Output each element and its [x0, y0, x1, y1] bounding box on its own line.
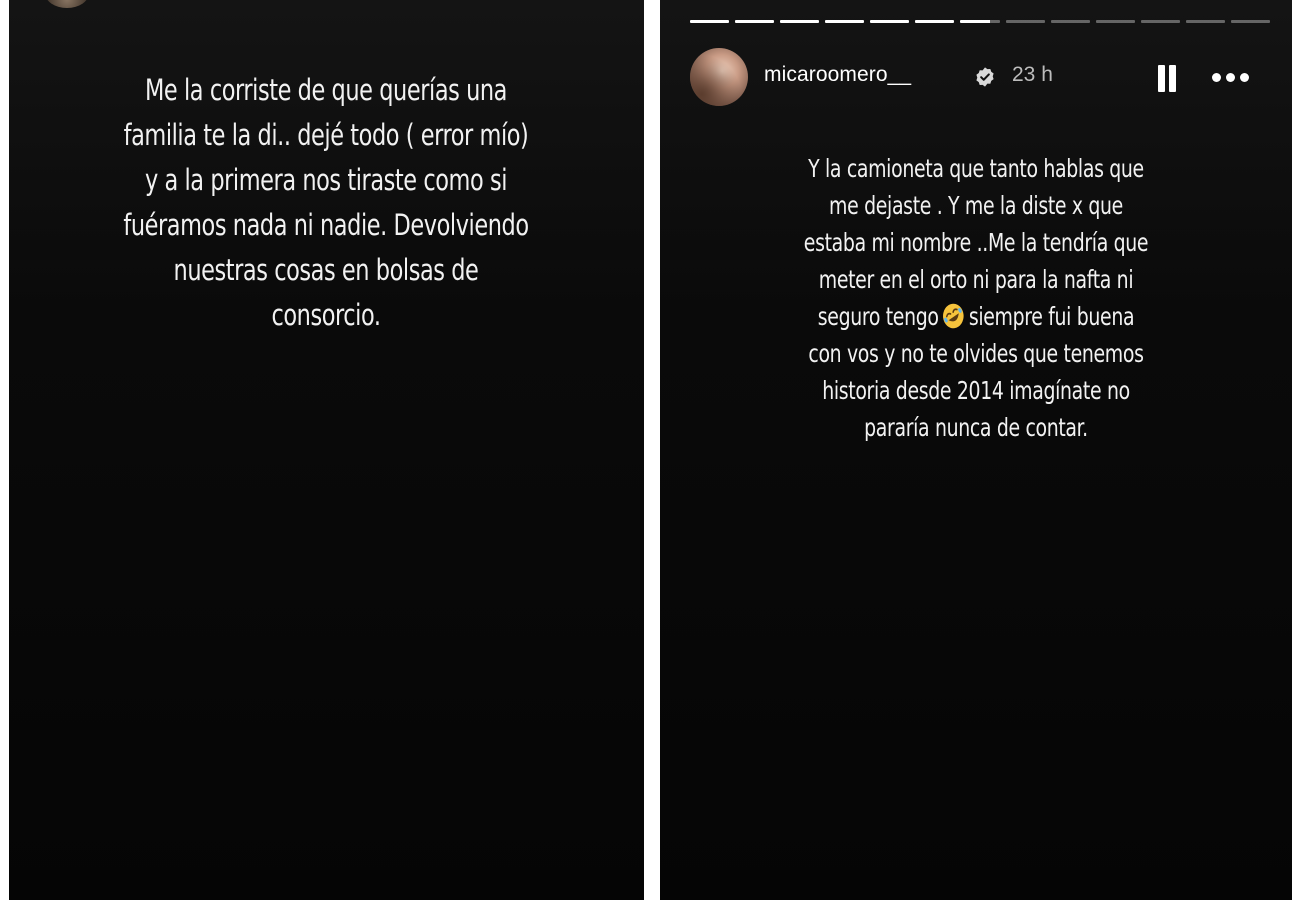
progress-segment [1005, 20, 1045, 23]
avatar [45, 0, 89, 8]
pause-icon[interactable] [1156, 65, 1178, 93]
rolling-on-floor-laughing-emoji [943, 303, 965, 329]
stories-comparison: Me la corriste de que querías una famili… [0, 0, 1300, 900]
panel-divider [644, 0, 660, 900]
progress-segment [960, 20, 1000, 23]
right-story-panel[interactable]: micaroomero__ 23 h Y la camioneta que ta… [660, 0, 1292, 900]
story-progress-bar [690, 20, 1271, 24]
progress-segment [735, 20, 775, 23]
post-timestamp: 23 h [1012, 63, 1053, 86]
more-options-icon[interactable] [1212, 73, 1252, 83]
story-line: Y la camioneta que tanto hablas que [808, 154, 1144, 183]
progress-segment [1185, 20, 1225, 23]
progress-segment [1140, 20, 1180, 23]
story-line-part: seguro tengo [817, 302, 939, 331]
left-story-text: Me la corriste de que querías una famili… [68, 68, 584, 338]
right-story-text: Y la camioneta que tanto hablas que me d… [711, 150, 1242, 446]
progress-segment [1095, 20, 1135, 23]
progress-segment [1050, 20, 1090, 23]
story-line: fuéramos nada ni nadie. Devolviendo [123, 208, 529, 242]
story-line-with-emoji: seguro tengo siempre fui buena [711, 298, 1242, 335]
story-line: pararía nunca de contar. [864, 413, 1088, 442]
verified-badge-icon [976, 67, 994, 87]
profile-avatar[interactable] [690, 48, 748, 106]
story-line: nuestras cosas en bolsas de [173, 253, 479, 287]
left-story-panel[interactable]: Me la corriste de que querías una famili… [9, 0, 644, 900]
story-line: historia desde 2014 imagínate no [822, 376, 1130, 405]
story-line: estaba mi nombre ..Me la tendría que [803, 228, 1149, 257]
username[interactable]: micaroomero__ [764, 63, 911, 87]
story-line: me dejaste . Y me la diste x que [829, 191, 1123, 220]
story-line: y a la primera nos tiraste como si [144, 163, 508, 197]
story-line-part: siempre fui buena [968, 302, 1135, 331]
story-line: Me la corriste de que querías una [144, 73, 508, 107]
story-line: consorcio. [271, 298, 381, 332]
story-header: micaroomero__ 23 h [690, 48, 1270, 106]
story-line: con vos y no te olvides que tenemos [808, 339, 1144, 368]
progress-segment [825, 20, 865, 23]
progress-segment [690, 20, 730, 23]
progress-segment [1230, 20, 1271, 23]
progress-segment [870, 20, 910, 23]
story-line: meter en el orto ni para la nafta ni [818, 265, 1134, 294]
progress-segment [915, 20, 955, 23]
progress-segment [780, 20, 820, 23]
story-line: familia te la di.. dejé todo ( error mío… [123, 118, 529, 152]
